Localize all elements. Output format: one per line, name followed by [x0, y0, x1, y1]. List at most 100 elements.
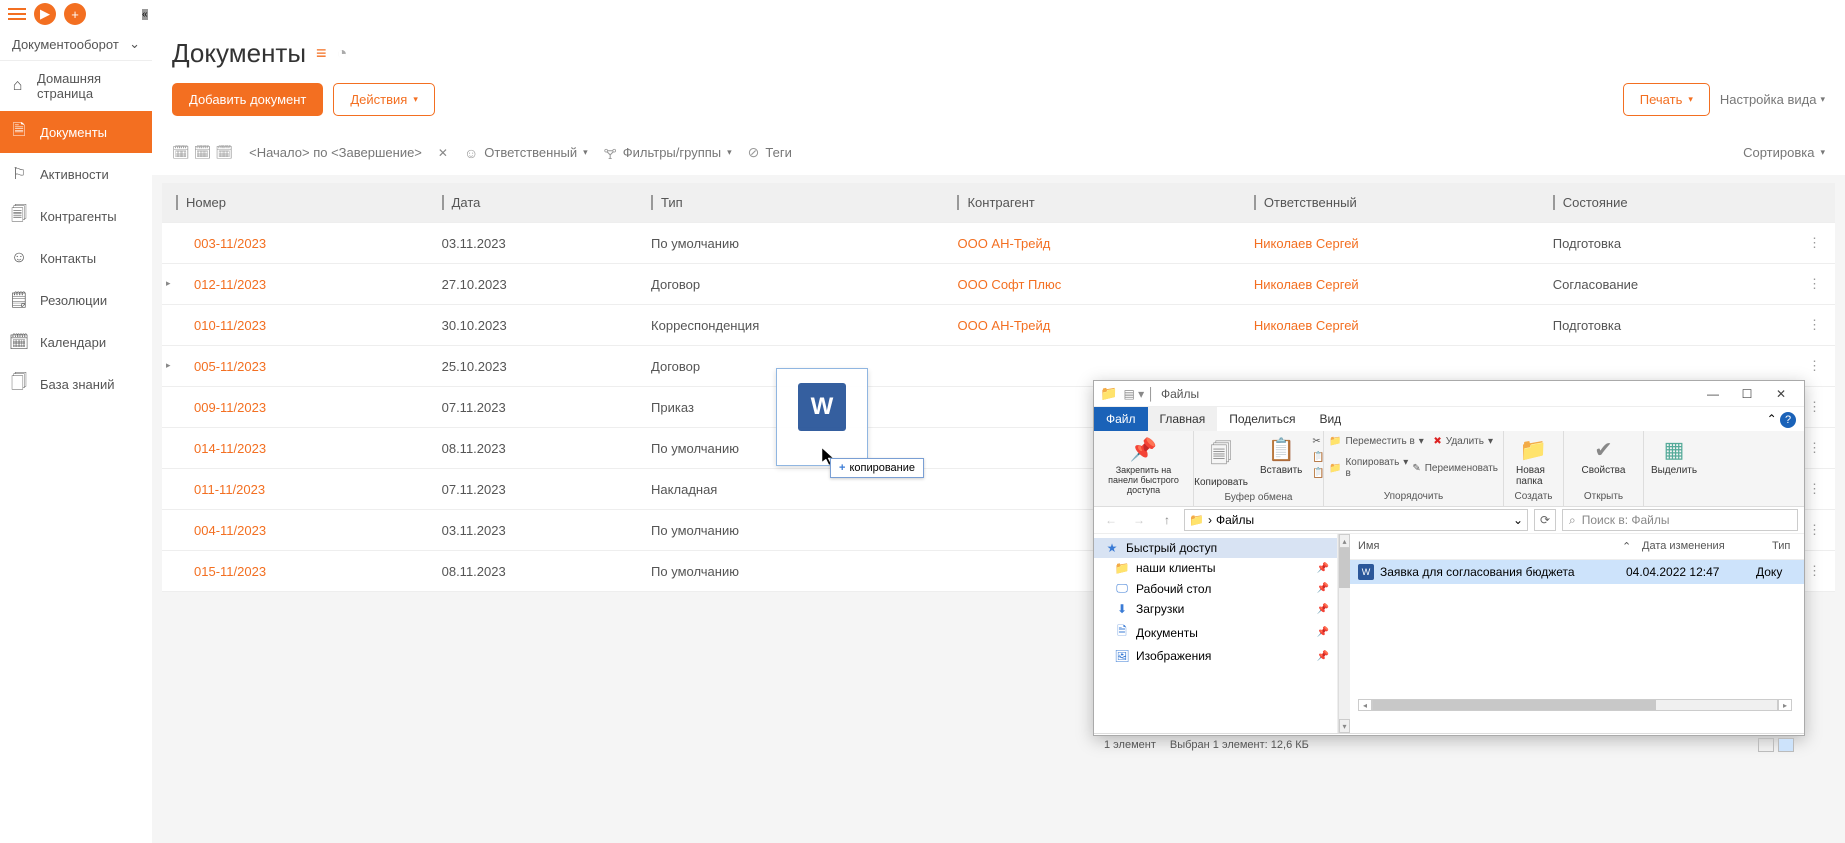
tab-view[interactable]: Вид: [1307, 407, 1353, 431]
tags-filter[interactable]: ⊘ Теги: [748, 144, 792, 161]
row-menu-button[interactable]: ⋮: [1794, 264, 1835, 305]
run-button[interactable]: ▶: [34, 3, 56, 25]
row-menu-button[interactable]: ⋮: [1794, 223, 1835, 264]
col-number[interactable]: Номер: [162, 183, 428, 223]
actions-button[interactable]: Действия▾: [333, 83, 435, 116]
cell-number[interactable]: ▸005-11/2023: [162, 346, 428, 387]
tree-item[interactable]: 🖼Изображения📌: [1094, 646, 1337, 666]
copy-path-button[interactable]: 📋: [1312, 451, 1324, 464]
cell-date: 03.11.2023: [428, 223, 637, 264]
sidebar-item-label: Резолюции: [40, 293, 107, 308]
groups-filter[interactable]: 🝖 Фильтры/группы▾: [604, 138, 732, 167]
tree-scrollbar[interactable]: ▴▾: [1338, 534, 1350, 733]
sidebar-item-calendars[interactable]: 🗓 Календари: [0, 321, 152, 363]
list-view-icon[interactable]: ≡: [316, 43, 327, 64]
view-settings-link[interactable]: Настройка вида▾: [1720, 92, 1825, 107]
list-col-type[interactable]: Тип: [1764, 534, 1804, 559]
tree-item[interactable]: 🗎Документы📌: [1094, 619, 1337, 646]
icons-view-button[interactable]: [1778, 738, 1794, 752]
add-document-button[interactable]: Добавить документ: [172, 83, 323, 116]
col-date[interactable]: Дата: [428, 183, 637, 223]
date-range-filter[interactable]: <Начало> по <Завершение>: [249, 145, 422, 160]
cell-number[interactable]: 014-11/2023: [162, 428, 428, 469]
col-state[interactable]: Состояние: [1539, 183, 1794, 223]
cell-counterparty[interactable]: ООО Софт Плюс: [943, 264, 1239, 305]
cell-responsible[interactable]: Николаев Сергей: [1240, 305, 1539, 346]
table-row[interactable]: ▸012-11/202327.10.2023ДоговорООО Софт Пл…: [162, 264, 1835, 305]
search-icon: ⌕: [1569, 513, 1576, 528]
clear-date-filter[interactable]: ✕: [438, 146, 448, 160]
new-folder-button[interactable]: 📁Новая папка: [1514, 435, 1553, 489]
list-col-name[interactable]: Имя: [1350, 534, 1614, 559]
cell-counterparty[interactable]: ООО АН-Трейд: [943, 305, 1239, 346]
maximize-button[interactable]: ☐: [1730, 383, 1764, 405]
pin-icon: 📌: [1130, 437, 1157, 463]
help-icon[interactable]: ?: [1780, 412, 1796, 428]
main-menu-button[interactable]: [8, 8, 26, 20]
tab-share[interactable]: Поделиться: [1217, 407, 1307, 431]
sidebar-item-resolutions[interactable]: 🗒 Резолюции: [0, 279, 152, 321]
copy-to-button[interactable]: 📁Копировать в ▾ ✎Переименовать: [1329, 456, 1498, 480]
close-button[interactable]: ✕: [1764, 383, 1798, 405]
cell-number[interactable]: 003-11/2023: [162, 223, 428, 264]
address-bar[interactable]: 📁 › Файлы ⌄: [1184, 509, 1528, 531]
cell-counterparty[interactable]: ООО АН-Трейд: [943, 223, 1239, 264]
responsible-filter[interactable]: ☺ Ответственный▾: [464, 145, 588, 161]
back-button[interactable]: ←: [1100, 509, 1122, 531]
sidebar-item-home[interactable]: ⌂ Домашняя страница: [0, 61, 152, 111]
properties-button[interactable]: ✔Свойства: [1580, 435, 1628, 478]
cell-number[interactable]: 011-11/2023: [162, 469, 428, 510]
tree-item[interactable]: 📁наши клиенты📌: [1094, 558, 1337, 578]
sidebar-item-counterparties[interactable]: 🗐 Контрагенты: [0, 195, 152, 237]
collapse-icon[interactable]: «: [142, 9, 148, 20]
add-button[interactable]: +: [64, 3, 86, 25]
col-counterparty[interactable]: Контрагент: [943, 183, 1239, 223]
h-scrollbar[interactable]: ◂▸: [1358, 699, 1792, 711]
tree-quick-access[interactable]: ★ Быстрый доступ: [1094, 538, 1337, 558]
up-button[interactable]: ↑: [1156, 509, 1178, 531]
minimize-button[interactable]: —: [1696, 383, 1730, 405]
copy-button[interactable]: 🗐Копировать: [1192, 435, 1250, 490]
search-box[interactable]: ⌕ Поиск в: Файлы: [1562, 509, 1798, 531]
sidebar-item-knowledge[interactable]: 🗍 База знаний: [0, 363, 152, 405]
col-responsible[interactable]: Ответственный: [1240, 183, 1539, 223]
move-to-button[interactable]: 📁Переместить в ▾ ✖Удалить ▾: [1329, 435, 1493, 448]
cell-responsible[interactable]: Николаев Сергей: [1240, 223, 1539, 264]
chart-view-icon[interactable]: ◔: [337, 43, 348, 64]
pin-button[interactable]: 📌Закрепить на панели быстрого доступа: [1104, 435, 1183, 497]
list-col-date[interactable]: Дата изменения: [1634, 534, 1764, 559]
forward-button[interactable]: →: [1128, 509, 1150, 531]
sort-button[interactable]: Сортировка▾: [1743, 145, 1825, 160]
file-item[interactable]: W Заявка для согласования бюджета 04.04.…: [1350, 560, 1804, 584]
sidebar-item-documents[interactable]: 🗎 Документы: [0, 111, 152, 153]
calendar-filter-icon[interactable]: 🗓 🗓 🗓: [172, 144, 233, 161]
person-icon: ☺: [8, 247, 30, 269]
cell-number[interactable]: 009-11/2023: [162, 387, 428, 428]
paste-button[interactable]: 📋Вставить: [1258, 435, 1304, 478]
cut-button[interactable]: ✂: [1312, 435, 1324, 448]
cell-number[interactable]: 015-11/2023: [162, 551, 428, 592]
tree-item[interactable]: 🖵Рабочий стол📌: [1094, 578, 1337, 599]
select-button[interactable]: ▦Выделить: [1649, 435, 1699, 478]
cell-number[interactable]: 010-11/2023: [162, 305, 428, 346]
user-icon: ☺: [464, 145, 478, 161]
row-menu-button[interactable]: ⋮: [1794, 305, 1835, 346]
details-view-button[interactable]: [1758, 738, 1774, 752]
tab-home[interactable]: Главная: [1148, 407, 1218, 431]
ribbon-collapse[interactable]: ⌃ ?: [1759, 409, 1804, 431]
tree-item[interactable]: ⬇Загрузки📌: [1094, 599, 1337, 619]
quick-access-toolbar[interactable]: ▤ ▾ │: [1123, 387, 1155, 401]
cell-number[interactable]: 004-11/2023: [162, 510, 428, 551]
sidebar-item-contacts[interactable]: ☺ Контакты: [0, 237, 152, 279]
col-type[interactable]: Тип: [637, 183, 943, 223]
paste-shortcut-button[interactable]: 📋: [1312, 467, 1324, 480]
table-row[interactable]: 010-11/202330.10.2023КорреспонденцияООО …: [162, 305, 1835, 346]
sidebar-section[interactable]: Документооборот ⌄: [0, 28, 152, 61]
sidebar-item-activities[interactable]: ⚐ Активности: [0, 153, 152, 195]
tab-file[interactable]: Файл: [1094, 407, 1148, 431]
cell-responsible[interactable]: Николаев Сергей: [1240, 264, 1539, 305]
table-row[interactable]: 003-11/202303.11.2023По умолчаниюООО АН-…: [162, 223, 1835, 264]
refresh-button[interactable]: ⟳: [1534, 509, 1556, 531]
cell-number[interactable]: ▸012-11/2023: [162, 264, 428, 305]
print-button[interactable]: Печать▾: [1623, 83, 1710, 116]
